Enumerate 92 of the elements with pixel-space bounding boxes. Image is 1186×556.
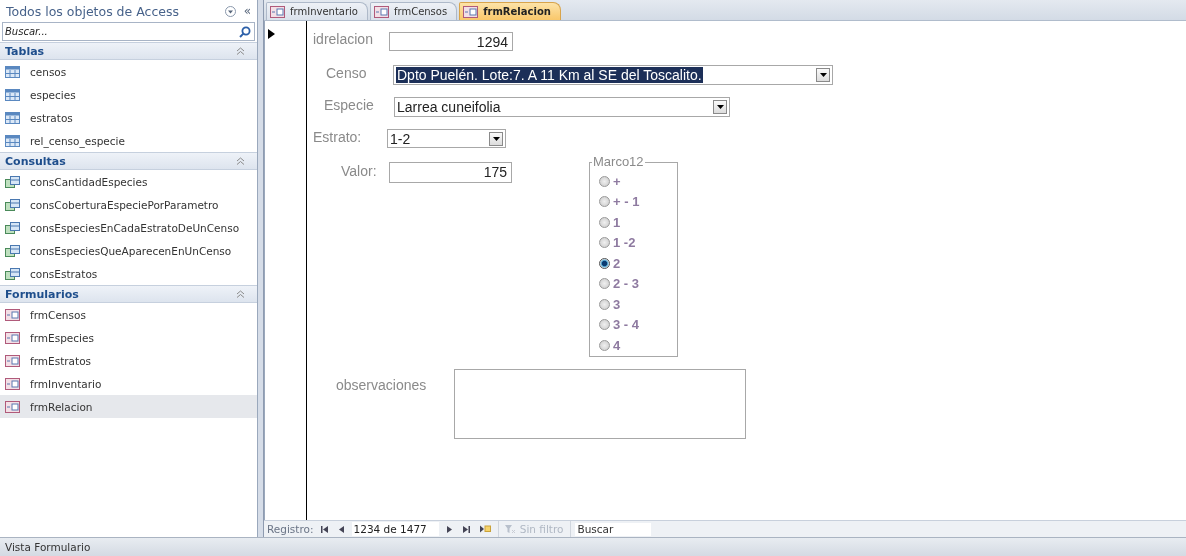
nav-item[interactable]: frmEspecies xyxy=(0,326,257,349)
record-pointer-icon xyxy=(268,29,275,39)
combo-box[interactable]: 1-2 xyxy=(387,129,506,148)
query-icon xyxy=(5,175,20,188)
dropdown-circle-icon xyxy=(224,5,236,17)
combo-box[interactable]: Dpto Puelén. Lote:7. A 11 Km al SE del Toscalito. xyxy=(393,65,833,85)
first-record-icon xyxy=(320,525,328,533)
field-label: Estrato: xyxy=(313,129,362,145)
navigator-label: Registro: xyxy=(267,523,314,536)
collapse-button[interactable]: « xyxy=(241,4,253,18)
combo-box[interactable]: Larrea cuneifolia xyxy=(394,97,730,117)
dropdown-button[interactable] xyxy=(816,68,830,82)
table-icon xyxy=(5,111,20,124)
radio-button[interactable] xyxy=(599,298,610,310)
dropdown-arrow-icon xyxy=(492,137,500,141)
pane-title: Todos los objetos de Access xyxy=(6,3,180,19)
dropdown-arrow-icon xyxy=(819,73,827,77)
table-icon xyxy=(5,134,20,147)
radio-option[interactable]: 4 xyxy=(599,335,677,356)
radio-option[interactable]: + - 1 xyxy=(599,191,677,212)
form-icon xyxy=(5,354,20,367)
record-number-field[interactable]: 1234 de 1477 xyxy=(351,522,439,537)
radio-button[interactable] xyxy=(599,257,610,269)
document-tab[interactable]: frmInventario xyxy=(266,2,368,20)
nav-item[interactable]: consCoberturaEspeciePorParametro xyxy=(0,193,257,216)
nav-item[interactable]: frmCensos xyxy=(0,303,257,326)
document-tab[interactable]: frmCensos xyxy=(369,2,458,20)
form-icon xyxy=(5,308,20,321)
collapse-chevron-icon xyxy=(236,290,245,298)
form-icon xyxy=(5,377,20,390)
text-field[interactable]: 1294 xyxy=(389,32,513,51)
radio-option[interactable]: 1 xyxy=(599,212,677,233)
group-header[interactable]: Consultas xyxy=(0,152,257,170)
group-header[interactable]: Formularios xyxy=(0,285,257,303)
radio-button[interactable] xyxy=(599,319,610,331)
funnel-icon xyxy=(504,524,516,534)
query-icon xyxy=(5,244,20,257)
table-icon xyxy=(5,88,20,101)
search-field[interactable]: Buscar xyxy=(574,522,651,536)
radio-button[interactable] xyxy=(599,237,610,249)
nav-item[interactable]: frmInventario xyxy=(0,372,257,395)
status-text: Vista Formulario xyxy=(5,541,91,553)
nav-item[interactable]: especies xyxy=(0,83,257,106)
nav-item[interactable]: frmRelacion xyxy=(0,395,257,418)
radio-option[interactable]: 3 xyxy=(599,294,677,315)
group-header[interactable]: Tablas xyxy=(0,42,257,60)
radio-option[interactable]: 2 - 3 xyxy=(599,273,677,294)
radio-button[interactable] xyxy=(599,196,610,208)
field-label: observaciones xyxy=(336,377,427,393)
form-icon xyxy=(373,5,389,18)
dropdown-button[interactable] xyxy=(713,100,727,114)
radio-option[interactable]: 2 xyxy=(599,253,677,274)
radio-button[interactable] xyxy=(599,278,610,290)
dropdown-arrow-icon xyxy=(716,105,724,109)
nav-item[interactable]: consEspeciesQueAparecenEnUnCenso xyxy=(0,239,257,262)
radio-option[interactable]: 3 - 4 xyxy=(599,314,677,335)
radio-button[interactable] xyxy=(599,339,610,351)
radio-option[interactable]: + xyxy=(599,171,677,192)
query-icon xyxy=(5,267,20,280)
field-label: Censo xyxy=(326,65,367,81)
query-icon xyxy=(5,198,20,211)
menu-button[interactable] xyxy=(224,5,236,17)
dropdown-button[interactable] xyxy=(489,132,503,146)
field-label: Especie xyxy=(324,97,374,113)
form-icon xyxy=(463,5,479,18)
document-tab[interactable]: frmRelacion xyxy=(459,2,561,20)
nav-item[interactable]: consEstratos xyxy=(0,262,257,285)
form-icon xyxy=(5,400,20,413)
collapse-chevron-icon xyxy=(236,47,245,55)
form-icon xyxy=(5,331,20,344)
nav-item[interactable]: frmEstratos xyxy=(0,349,257,372)
field-label: Valor: xyxy=(341,163,377,179)
field-label: idrelacion xyxy=(313,31,373,47)
form-icon xyxy=(270,5,285,18)
text-field[interactable]: 175 xyxy=(389,162,512,183)
next-record-icon xyxy=(445,525,453,533)
table-icon xyxy=(5,65,20,78)
option-group-label: Marco12 xyxy=(592,154,645,169)
collapse-chevron-icon xyxy=(236,157,245,165)
nav-item[interactable]: estratos xyxy=(0,106,257,129)
nav-item[interactable]: consCantidadEspecies xyxy=(0,170,257,193)
memo-field[interactable] xyxy=(454,369,746,439)
radio-button[interactable] xyxy=(599,216,610,228)
previous-record-icon xyxy=(337,525,345,533)
radio-option[interactable]: 1 -2 xyxy=(599,232,677,253)
radio-button[interactable] xyxy=(599,175,610,187)
new-record-icon xyxy=(479,525,491,534)
query-icon xyxy=(5,221,20,234)
nav-item[interactable]: censos xyxy=(0,60,257,83)
nav-item[interactable]: rel_censo_especie xyxy=(0,129,257,152)
nav-item[interactable]: consEspeciesEnCadaEstratoDeUnCenso xyxy=(0,216,257,239)
last-record-icon xyxy=(462,525,470,533)
